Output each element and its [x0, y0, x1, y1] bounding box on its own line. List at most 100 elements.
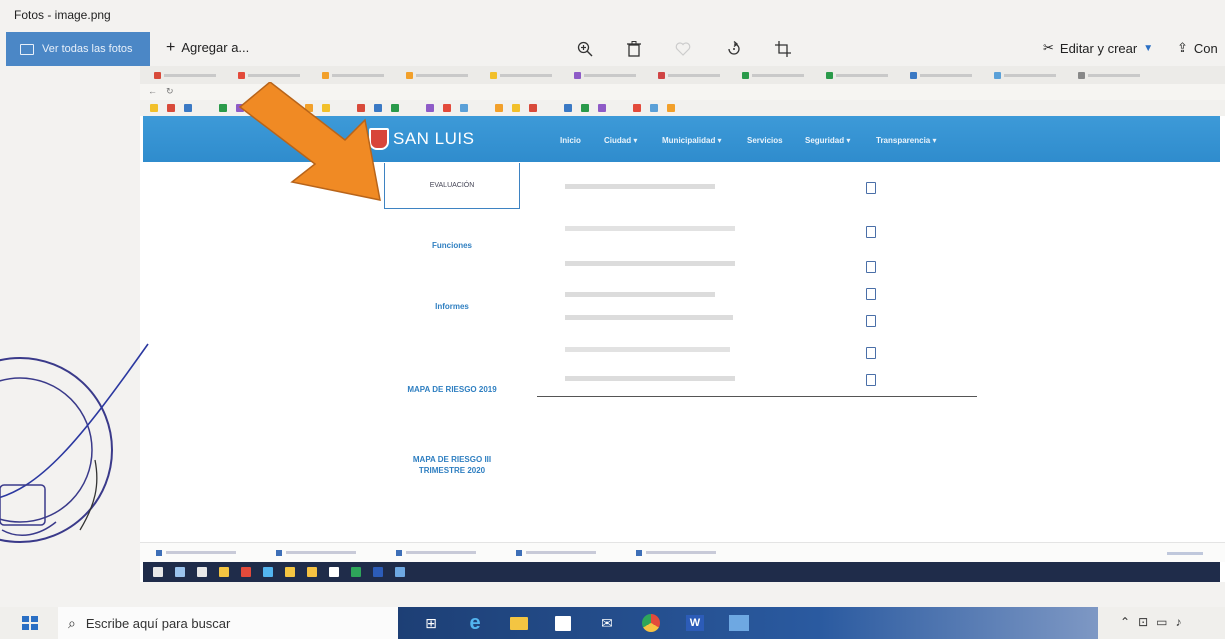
add-to-button[interactable]: + Agregar a... — [166, 39, 249, 55]
orange-arrow-annotation — [238, 82, 381, 201]
sidebar-item-mapa-2019[interactable]: MAPA DE RIESGO 2019 — [384, 385, 520, 394]
tab-favicon-icon — [154, 71, 161, 79]
download-item[interactable] — [156, 549, 236, 556]
document-icon[interactable] — [866, 226, 876, 238]
windows-start-icon[interactable] — [22, 616, 38, 630]
scanned-taskbar-app-icon — [329, 567, 339, 577]
scanned-taskbar-app-icon — [219, 567, 229, 577]
document-icon[interactable] — [866, 315, 876, 327]
tab-favicon-icon — [574, 71, 581, 79]
sidebar-item-funciones[interactable]: Funciones — [384, 241, 520, 250]
document-row-text[interactable] — [565, 184, 715, 189]
nav-inicio[interactable]: Inicio — [560, 136, 581, 145]
taskbar-search-box[interactable]: ⌕ Escribe aquí para buscar — [58, 607, 398, 639]
sidebar-item-label: EVALUACIÓN — [429, 182, 475, 189]
bookmark-icon[interactable] — [633, 104, 641, 112]
window-title: Fotos - image.png — [14, 8, 111, 22]
delete-icon[interactable] — [624, 39, 644, 59]
browser-tab[interactable] — [654, 66, 738, 84]
bookmark-icon[interactable] — [512, 104, 520, 112]
share-button[interactable]: ⇪ Con — [1177, 40, 1218, 56]
download-item[interactable] — [516, 549, 596, 556]
bookmark-icon[interactable] — [219, 104, 227, 112]
favorite-icon[interactable] — [673, 39, 693, 59]
document-icon[interactable] — [866, 182, 876, 194]
document-row-text[interactable] — [565, 347, 730, 352]
browser-tab[interactable] — [822, 66, 906, 84]
bookmark-icon[interactable] — [667, 104, 675, 112]
document-row-text[interactable] — [565, 376, 735, 381]
document-icon[interactable] — [866, 261, 876, 273]
bookmark-icon[interactable] — [443, 104, 451, 112]
bookmark-icon[interactable] — [167, 104, 175, 112]
scanned-taskbar-app-icon — [197, 567, 207, 577]
see-all-photos-label: Ver todas las fotos — [42, 43, 133, 55]
bookmark-icon[interactable] — [495, 104, 503, 112]
mail-icon[interactable]: ✉ — [596, 613, 618, 633]
volume-icon[interactable]: ♪ — [1175, 615, 1181, 629]
browser-tab[interactable] — [990, 66, 1074, 84]
bookmark-icon[interactable] — [460, 104, 468, 112]
edit-create-button[interactable]: ✂ Editar y crear ▼ — [1043, 40, 1153, 56]
chevron-down-icon: ▼ — [1143, 42, 1154, 54]
zoom-in-icon[interactable] — [575, 39, 595, 59]
bookmark-icon[interactable] — [650, 104, 658, 112]
word-icon[interactable]: W — [684, 613, 706, 633]
bookmark-icon[interactable] — [564, 104, 572, 112]
file-explorer-icon[interactable] — [508, 613, 530, 633]
document-row-text[interactable] — [565, 226, 735, 231]
chevron-up-icon[interactable]: ⌃ — [1120, 615, 1130, 629]
scanned-taskbar-app-icon — [285, 567, 295, 577]
edit-create-label: Editar y crear — [1059, 40, 1138, 56]
tab-title — [920, 73, 972, 77]
nav-ciudad[interactable]: Ciudad ▾ — [604, 136, 637, 145]
show-all-downloads-link[interactable] — [1167, 552, 1203, 555]
scanned-taskbar — [143, 562, 1220, 582]
bookmark-icon[interactable] — [598, 104, 606, 112]
store-icon[interactable] — [552, 613, 574, 633]
nav-municipalidad[interactable]: Municipalidad ▾ — [662, 136, 722, 145]
edge-icon[interactable]: e — [464, 612, 486, 634]
rotate-icon[interactable] — [724, 39, 744, 59]
bookmark-icon[interactable] — [426, 104, 434, 112]
task-view-icon[interactable]: ⊞ — [420, 613, 442, 633]
browser-tab[interactable] — [1074, 66, 1158, 84]
bookmark-icon[interactable] — [184, 104, 192, 112]
bookmark-icon[interactable] — [529, 104, 537, 112]
tab-title — [500, 73, 552, 77]
download-item[interactable] — [276, 549, 356, 556]
display-icon[interactable]: ▭ — [1156, 615, 1167, 629]
sidebar-item-informes[interactable]: Informes — [384, 302, 520, 311]
document-row-text[interactable] — [565, 261, 735, 266]
document-icon[interactable] — [866, 288, 876, 300]
browser-tab[interactable] — [150, 66, 234, 84]
document-icon[interactable] — [866, 347, 876, 359]
network-icon[interactable]: ⊡ — [1138, 615, 1148, 629]
sidebar-item-mapa-2020[interactable]: MAPA DE RIESGO III TRIMESTRE 2020 — [384, 454, 520, 476]
download-item[interactable] — [636, 549, 716, 556]
document-icon[interactable] — [866, 374, 876, 386]
nav-seguridad[interactable]: Seguridad ▾ — [805, 136, 850, 145]
scanned-taskbar-app-icon — [307, 567, 317, 577]
tab-title — [332, 73, 384, 77]
browser-tab[interactable] — [738, 66, 822, 84]
scanned-taskbar-app-icon — [241, 567, 251, 577]
download-item[interactable] — [396, 549, 476, 556]
photos-app-icon[interactable] — [728, 613, 750, 633]
tab-title — [248, 73, 300, 77]
crop-icon[interactable] — [773, 39, 793, 59]
bookmark-icon[interactable] — [581, 104, 589, 112]
browser-tab[interactable] — [402, 66, 486, 84]
bookmark-icon[interactable] — [150, 104, 158, 112]
chrome-icon[interactable] — [640, 613, 662, 633]
document-row-text[interactable] — [565, 292, 715, 297]
browser-tab[interactable] — [486, 66, 570, 84]
nav-servicios[interactable]: Servicios — [747, 136, 783, 145]
document-row-text[interactable] — [565, 315, 733, 320]
tab-favicon-icon — [238, 71, 245, 79]
see-all-photos-button[interactable]: Ver todas las fotos — [6, 32, 150, 66]
sidebar-item-evaluacion[interactable]: EVALUACIÓN — [384, 163, 520, 209]
nav-transparencia[interactable]: Transparencia ▾ — [876, 136, 937, 145]
browser-tab[interactable] — [570, 66, 654, 84]
browser-tab[interactable] — [906, 66, 990, 84]
